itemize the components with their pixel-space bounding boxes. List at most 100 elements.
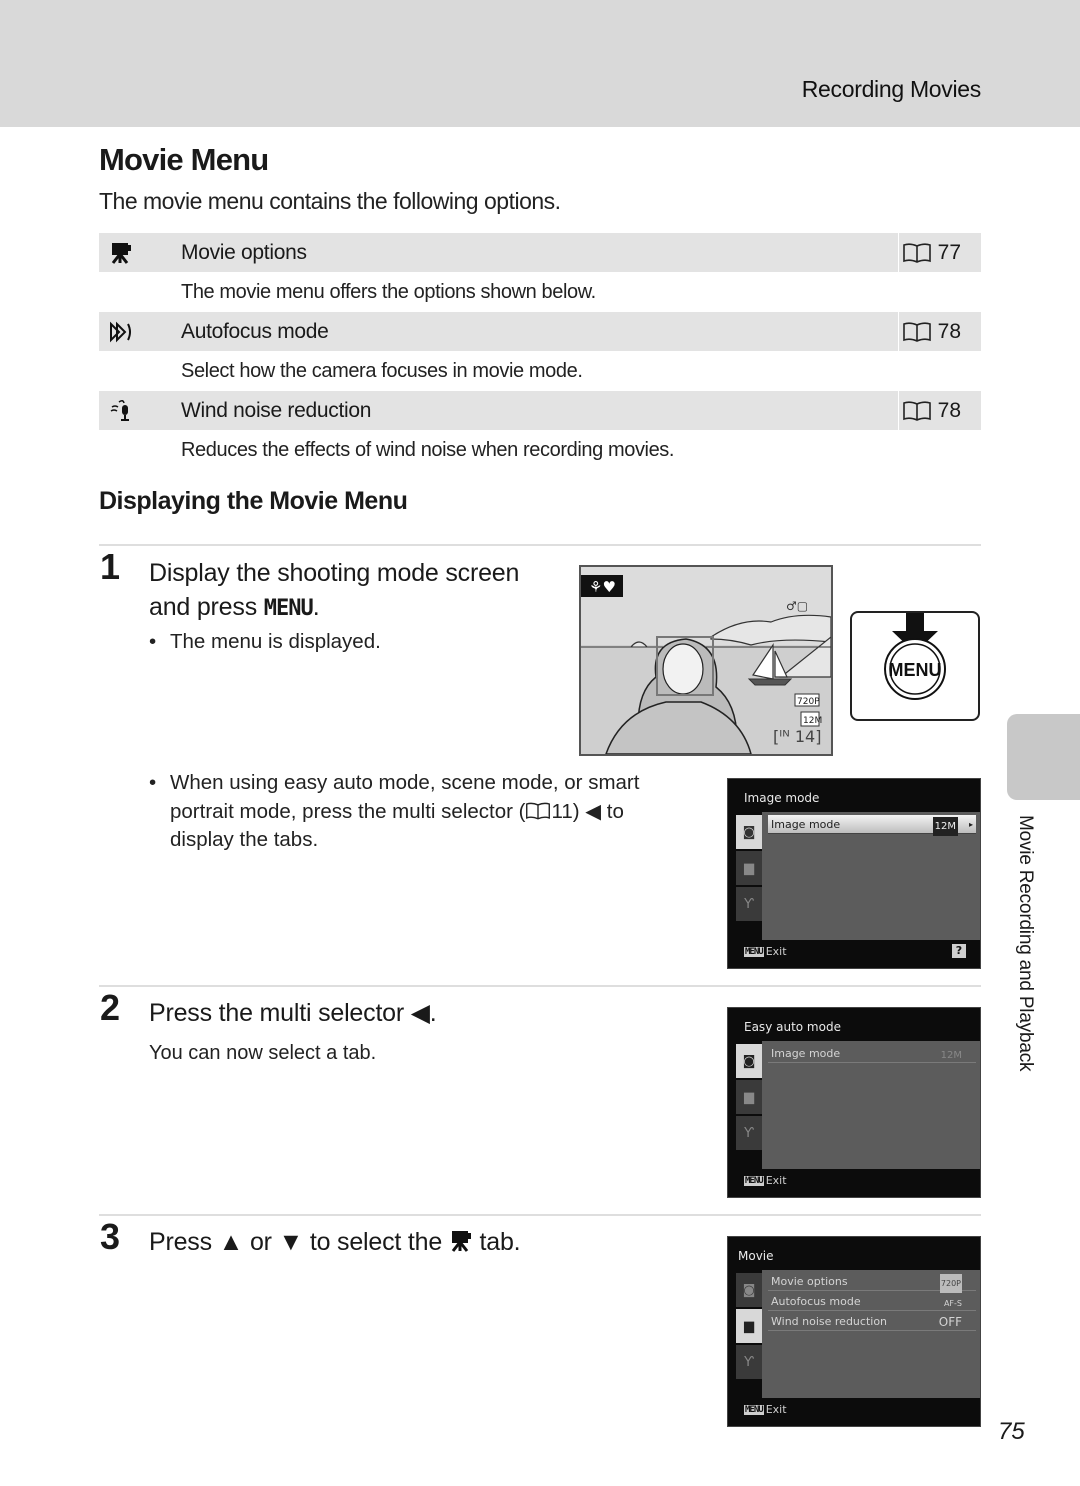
menu-item-value: 720P xyxy=(939,1274,962,1293)
wrench-icon: Ƴ xyxy=(744,896,754,912)
menu-item-label: Movie options xyxy=(771,1275,848,1288)
tab-shooting[interactable]: ◙ xyxy=(736,1273,762,1307)
bullet-dot: • xyxy=(149,630,157,653)
tab-movie[interactable]: ▆ xyxy=(736,1080,762,1114)
screen-footer: MENU Exit xyxy=(744,1174,787,1187)
menu-item-label: Image mode xyxy=(771,1047,841,1060)
divider xyxy=(99,1214,981,1216)
menu-item[interactable]: Image mode 12M ▸ xyxy=(768,815,976,836)
page-reference-number: 78 xyxy=(937,399,961,422)
option-label: Wind noise reduction xyxy=(181,399,372,422)
option-row-movie-options: Movie options 77 xyxy=(99,233,981,273)
movie-camera-icon xyxy=(451,1231,471,1252)
step-number: 1 xyxy=(100,546,121,587)
screen-footer: MENU Exit xyxy=(744,945,787,958)
menu-button-label: MENU xyxy=(889,660,942,680)
menu-chip: MENU xyxy=(744,946,764,957)
column-divider xyxy=(898,233,899,273)
bullet-item: • When using easy auto mode, scene mode,… xyxy=(149,769,679,855)
tab-setup[interactable]: Ƴ xyxy=(736,1116,762,1150)
divider xyxy=(99,544,981,546)
tab-setup[interactable]: Ƴ xyxy=(736,887,762,921)
menu-chip: MENU xyxy=(744,1404,764,1415)
screen-title: Easy auto mode xyxy=(744,1020,841,1034)
tab-column: ◙ ▆ Ƴ xyxy=(736,1273,762,1381)
tab-movie[interactable]: ▆ xyxy=(736,1309,762,1343)
shooting-screen-illustration: ⚘♥ ♂▢ 720P 12M [ᴵᴺ 14] xyxy=(579,565,833,756)
page-reference[interactable]: 78 xyxy=(902,320,961,344)
bullet-line: portrait mode, press the multi selector … xyxy=(170,799,526,823)
page-reference[interactable]: 78 xyxy=(902,399,961,423)
up-arrow-icon: ▲ xyxy=(218,1228,244,1256)
divider xyxy=(99,985,981,987)
bullet-line: When using easy auto mode, scene mode, o… xyxy=(170,771,640,794)
step-text-part: tab. xyxy=(472,1228,521,1256)
book-icon xyxy=(902,243,931,263)
option-description: The movie menu offers the options shown … xyxy=(99,273,981,312)
menu-key-label: MENU xyxy=(263,596,314,621)
tab-movie[interactable]: ▆ xyxy=(736,851,762,885)
step-1-line-2: and press MENU. xyxy=(149,590,519,626)
page-title: Movie Menu xyxy=(99,142,269,177)
book-icon xyxy=(902,322,931,342)
tab-shooting[interactable]: ◙ xyxy=(736,815,762,849)
step-number: 3 xyxy=(100,1216,121,1257)
bullet-line: to xyxy=(601,799,624,823)
help-icon: ? xyxy=(952,944,966,958)
tab-shooting[interactable]: ◙ xyxy=(736,1044,762,1078)
step-text-part: . xyxy=(312,593,320,621)
option-description-text: The movie menu offers the options shown … xyxy=(181,281,596,303)
column-divider xyxy=(898,391,899,431)
screen-title: Movie xyxy=(738,1249,774,1263)
camera-screen-movie: Movie ◙ ▆ Ƴ Movie options 720P Autofocus… xyxy=(727,1236,981,1427)
menu-item-label: Image mode xyxy=(771,818,841,831)
tab-setup[interactable]: Ƴ xyxy=(736,1345,762,1379)
menu-item-label: Autofocus mode xyxy=(771,1295,861,1308)
movie-camera-icon: ▆ xyxy=(744,860,754,876)
left-arrow-icon: ◀ xyxy=(585,799,602,823)
movie-camera-icon: ▆ xyxy=(744,1089,754,1105)
menu-item-value: 12M xyxy=(940,1050,962,1061)
step-2-text: Press the multi selector ◀. xyxy=(149,996,437,1030)
sub-heading: Displaying the Movie Menu xyxy=(99,487,408,515)
menu-item-label: Wind noise reduction xyxy=(771,1315,888,1328)
menu-item[interactable]: Movie options 720P xyxy=(768,1272,976,1293)
svg-text:♂▢: ♂▢ xyxy=(786,599,808,613)
camera-screen-easy-auto: Easy auto mode ◙ ▆ Ƴ Image mode 12M MENU… xyxy=(727,1007,981,1198)
step-number: 2 xyxy=(100,987,121,1028)
chevron-right-icon: ▸ xyxy=(968,820,973,829)
step-text-part: to select the xyxy=(303,1228,449,1256)
bullet-dot: • xyxy=(149,771,157,794)
column-divider xyxy=(898,312,899,352)
menu-button-illustration: MENU xyxy=(850,609,980,721)
page-reference[interactable]: 77 xyxy=(902,241,961,265)
bullet-line: display the tabs. xyxy=(170,828,319,851)
autofocus-icon xyxy=(109,320,135,344)
step-text-part: Press xyxy=(149,1228,219,1256)
menu-item-value: 12M xyxy=(932,817,958,836)
options-table: Movie options 77 The movie menu offers t… xyxy=(99,233,981,470)
menu-item[interactable]: Autofocus mode AF-S xyxy=(768,1292,976,1311)
page-reference-number: 77 xyxy=(937,241,961,264)
left-arrow-icon: ◀ xyxy=(410,999,430,1027)
header-band xyxy=(0,0,1080,127)
menu-item[interactable]: Image mode 12M xyxy=(768,1044,976,1063)
step-text-part: Press the multi selector xyxy=(149,999,411,1027)
section-title: Recording Movies xyxy=(801,76,982,102)
screen-title: Image mode xyxy=(744,791,820,805)
menu-item-value: AF-S xyxy=(943,1299,962,1308)
tab-column: ◙ ▆ Ƴ xyxy=(736,1044,762,1152)
step-text-part: . xyxy=(429,999,437,1027)
book-icon xyxy=(902,401,931,421)
intro-text: The movie menu contains the following op… xyxy=(99,188,561,214)
image-size-indicator: 12M xyxy=(803,716,822,726)
menu-item-value: OFF xyxy=(938,1315,962,1329)
step-3-text: Press ▲ or ▼ to select the tab. xyxy=(149,1225,521,1259)
remaining-exposures: [ᴵᴺ 14] xyxy=(773,727,821,746)
chapter-label: Movie Recording and Playback xyxy=(1015,815,1036,1072)
menu-item[interactable]: Wind noise reduction OFF xyxy=(768,1312,976,1331)
screen-footer: MENU Exit xyxy=(744,1403,787,1416)
page-number: 75 xyxy=(998,1418,1025,1445)
movie-camera-icon: ▆ xyxy=(744,1318,754,1334)
option-description-text: Reduces the effects of wind noise when r… xyxy=(181,439,675,461)
